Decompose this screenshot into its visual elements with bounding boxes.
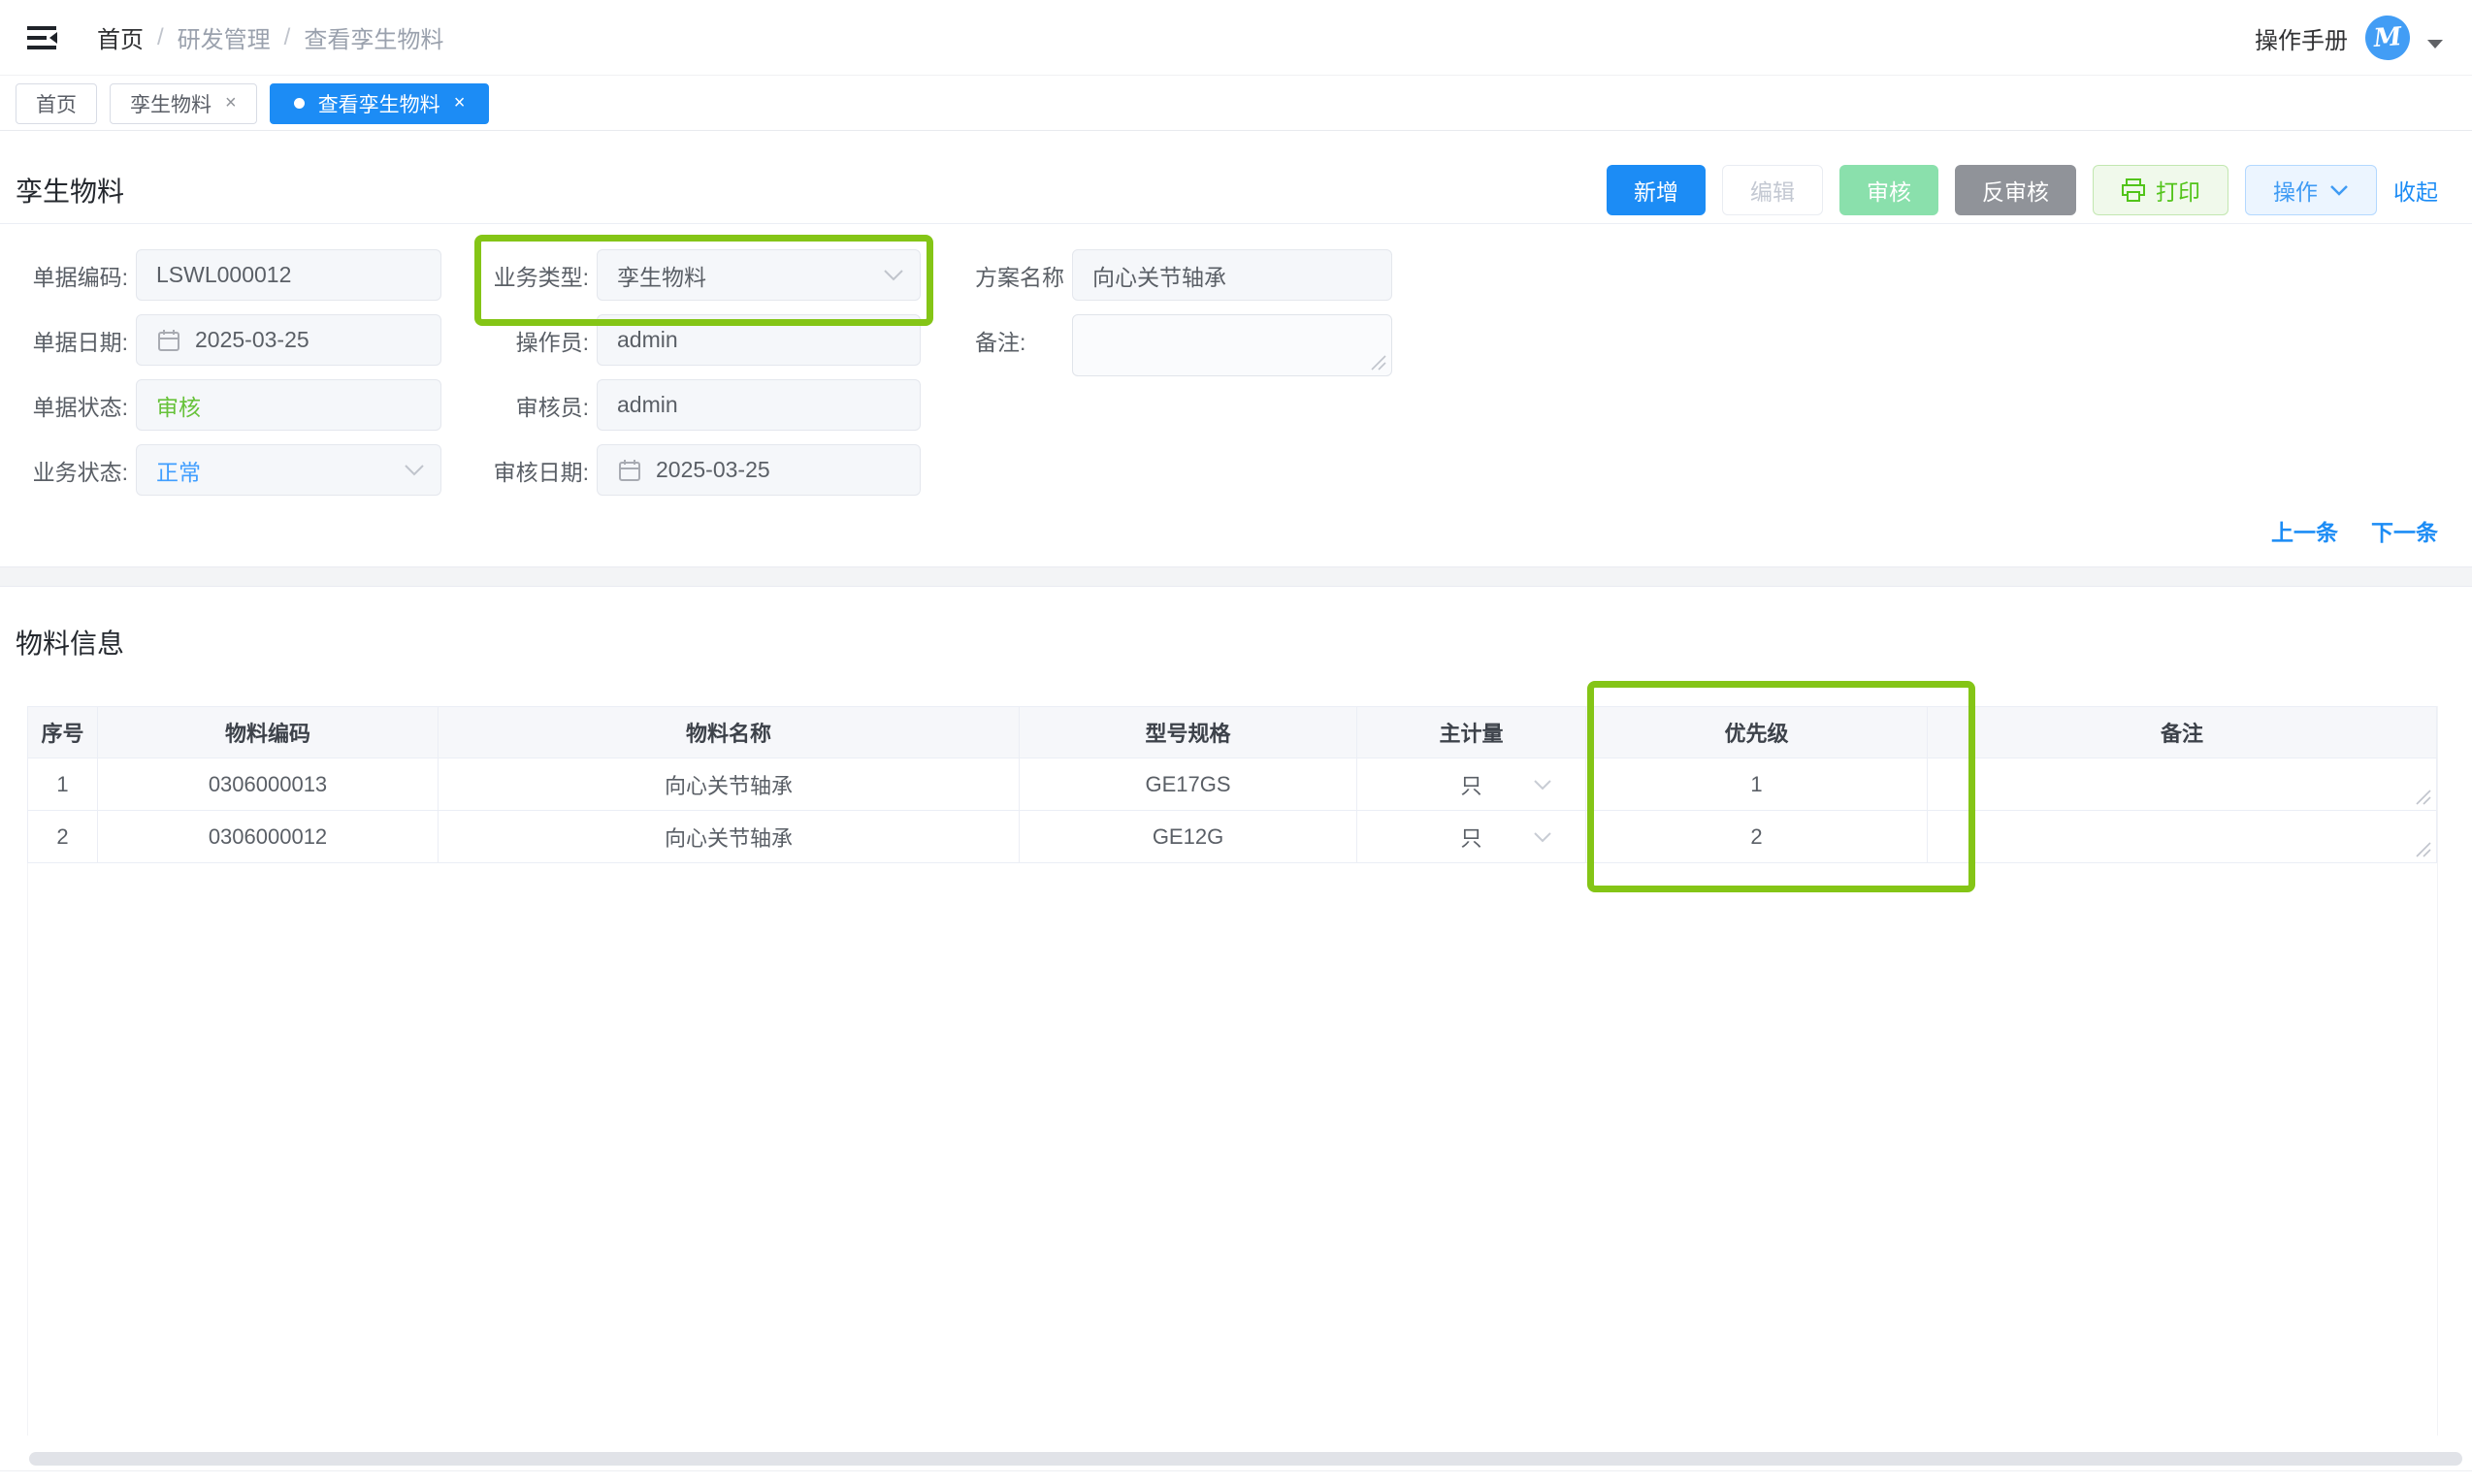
print-button[interactable]: 打印: [2093, 165, 2228, 215]
cell-code: 0306000013: [98, 758, 439, 811]
material-table: 序号 物料编码 物料名称 型号规格 主计量 优先级 备注 1 030600001…: [27, 706, 2438, 1436]
chevron-down-icon: [883, 269, 904, 281]
action-dropdown-button[interactable]: 操作: [2245, 165, 2377, 215]
col-header-remark: 备注: [1928, 706, 2437, 758]
doc-status-label: 单据状态:: [16, 379, 128, 431]
plan-name-label: 方案名称: [975, 249, 1082, 301]
cell-unit-select[interactable]: 只: [1357, 758, 1586, 811]
close-icon[interactable]: ×: [225, 92, 237, 114]
breadcrumb-rd-management[interactable]: 研发管理: [178, 20, 271, 54]
user-avatar[interactable]: M: [2363, 14, 2411, 61]
page: 首页 / 研发管理 / 查看孪生物料 操作手册 M 首页 孪生物料 × 查看孪生…: [0, 0, 2472, 1484]
breadcrumb-separator: /: [157, 24, 164, 51]
doc-status-field: 审核: [136, 379, 441, 431]
col-header-priority: 优先级: [1586, 706, 1928, 758]
calendar-icon: [617, 458, 642, 483]
audit-button[interactable]: 审核: [1839, 165, 1938, 215]
resize-grip-icon[interactable]: [1371, 355, 1386, 371]
material-section-title: 物料信息: [16, 619, 124, 665]
collapse-link[interactable]: 收起: [2393, 174, 2438, 207]
cell-seq: 2: [27, 811, 98, 863]
cell-priority: 2: [1586, 811, 1928, 863]
doc-date-label: 单据日期:: [16, 314, 128, 366]
doc-code-field: LSWL000012: [136, 249, 441, 301]
printer-icon: [2121, 177, 2146, 203]
col-header-code: 物料编码: [98, 706, 439, 758]
calendar-icon: [156, 328, 181, 353]
horizontal-scrollbar[interactable]: [29, 1452, 2462, 1466]
chevron-down-icon: [1533, 831, 1552, 843]
col-header-unit: 主计量: [1357, 706, 1586, 758]
record-pager: 上一条 下一条: [2271, 514, 2438, 547]
cell-spec: GE12G: [1020, 811, 1357, 863]
auditor-field: admin: [597, 379, 921, 431]
tab-home[interactable]: 首页: [16, 83, 97, 124]
doc-code-label: 单据编码:: [16, 249, 128, 301]
page-title: 孪生物料: [16, 163, 124, 217]
unaudit-button[interactable]: 反审核: [1955, 165, 2076, 215]
chevron-down-icon: [404, 464, 425, 476]
tab-twin-material-list[interactable]: 孪生物料 ×: [110, 83, 257, 124]
table-row: 2 0306000012 向心关节轴承 GE12G 只 2: [28, 811, 2437, 863]
prev-record-link[interactable]: 上一条: [2271, 514, 2338, 547]
resize-grip-icon[interactable]: [2416, 842, 2431, 857]
cell-unit-select[interactable]: 只: [1357, 811, 1586, 863]
operator-label: 操作员:: [441, 314, 589, 366]
section-separator: [0, 566, 2472, 587]
col-header-seq: 序号: [27, 706, 98, 758]
user-menu-caret-icon[interactable]: [2427, 40, 2443, 48]
biz-status-label: 业务状态:: [16, 444, 128, 496]
edit-button[interactable]: 编辑: [1722, 165, 1823, 215]
remark-textarea[interactable]: [1072, 314, 1392, 376]
breadcrumb-current: 查看孪生物料: [304, 20, 443, 54]
sidebar-fold-icon[interactable]: [25, 22, 60, 53]
divider: [0, 223, 2472, 224]
breadcrumb-separator: /: [284, 24, 291, 51]
cell-remark[interactable]: [1928, 811, 2437, 863]
cell-remark[interactable]: [1928, 758, 2437, 811]
remark-label: 备注:: [975, 314, 1082, 366]
toolbar: 新增 编辑 审核 反审核 打印 操作 收起: [1607, 165, 2438, 215]
status-badge: 审核: [156, 389, 201, 422]
audit-date-field: 2025-03-25: [597, 444, 921, 496]
operator-field: admin: [597, 314, 921, 366]
manual-link[interactable]: 操作手册: [2255, 21, 2348, 55]
col-header-name: 物料名称: [439, 706, 1020, 758]
breadcrumb: 首页 / 研发管理 / 查看孪生物料: [97, 20, 443, 54]
table-header-row: 序号 物料编码 物料名称 型号规格 主计量 优先级 备注: [28, 706, 2437, 758]
resize-grip-icon[interactable]: [2416, 790, 2431, 805]
add-button[interactable]: 新增: [1607, 165, 1706, 215]
cell-seq: 1: [27, 758, 98, 811]
plan-name-field: 向心关节轴承: [1072, 249, 1392, 301]
breadcrumb-home[interactable]: 首页: [97, 20, 144, 54]
doc-date-field: 2025-03-25: [136, 314, 441, 366]
chevron-down-icon: [1533, 779, 1552, 790]
biz-status-select[interactable]: 正常: [136, 444, 441, 496]
audit-date-label: 审核日期:: [441, 444, 589, 496]
cell-spec: GE17GS: [1020, 758, 1357, 811]
cell-name: 向心关节轴承: [439, 758, 1020, 811]
next-record-link[interactable]: 下一条: [2371, 514, 2438, 547]
divider: [0, 1470, 2472, 1471]
active-tab-dot-icon: [294, 98, 305, 109]
cell-priority: 1: [1586, 758, 1928, 811]
cell-code: 0306000012: [98, 811, 439, 863]
auditor-label: 审核员:: [441, 379, 589, 431]
biz-type-select[interactable]: 孪生物料: [597, 249, 921, 301]
tab-bar: 首页 孪生物料 × 查看孪生物料 ×: [0, 77, 2472, 131]
table-row: 1 0306000013 向心关节轴承 GE17GS 只 1: [28, 758, 2437, 811]
status-badge: 正常: [156, 454, 201, 487]
tab-view-twin-material[interactable]: 查看孪生物料 ×: [270, 83, 490, 124]
chevron-down-icon: [2329, 184, 2349, 196]
col-header-spec: 型号规格: [1020, 706, 1357, 758]
biz-type-label: 业务类型:: [441, 249, 589, 301]
top-bar: 首页 / 研发管理 / 查看孪生物料 操作手册 M: [0, 0, 2472, 76]
cell-name: 向心关节轴承: [439, 811, 1020, 863]
close-icon[interactable]: ×: [454, 92, 466, 114]
